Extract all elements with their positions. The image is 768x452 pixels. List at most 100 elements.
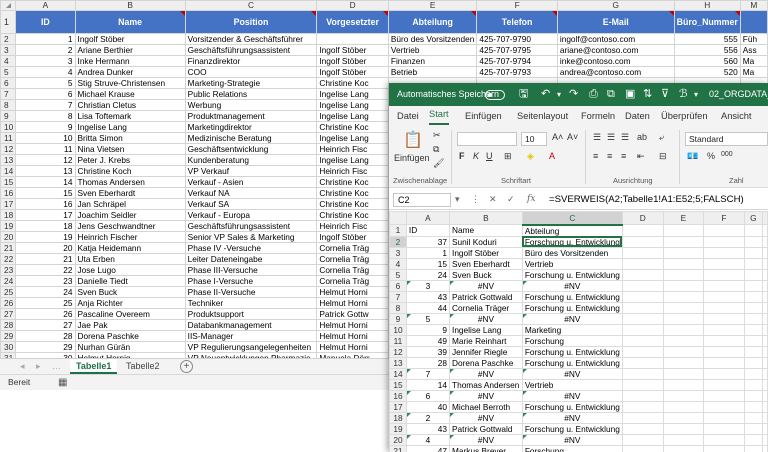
table-cell[interactable]: Uta Erben	[74, 253, 186, 265]
menu-tab-start[interactable]: Start	[429, 106, 449, 125]
table-cell[interactable]: #NV	[449, 279, 523, 292]
table-cell[interactable]	[662, 279, 705, 292]
font-size-box[interactable]: 10	[521, 132, 547, 146]
row-number[interactable]: 12	[389, 345, 407, 358]
table-cell[interactable]	[762, 290, 768, 303]
table-cell[interactable]	[762, 257, 768, 270]
table-cell[interactable]: Forschung u. Entwicklung	[521, 345, 623, 358]
table-cell[interactable]: 520	[673, 66, 741, 78]
row-number[interactable]: 13	[389, 356, 407, 369]
table-cell[interactable]	[703, 433, 745, 446]
table-cell[interactable]	[703, 334, 745, 347]
table-cell[interactable]	[662, 235, 705, 248]
table-cell[interactable]	[662, 411, 705, 424]
grow-font-icon[interactable]: A˄	[552, 132, 563, 142]
table-cell[interactable]: Sven Eberhardt	[74, 187, 186, 199]
table-cell[interactable]: Ass	[739, 44, 768, 56]
table-cell[interactable]	[662, 378, 705, 391]
table-cell[interactable]: Danielle Tiedt	[74, 275, 186, 287]
table-cell[interactable]: Nurhan Gürän	[74, 341, 186, 353]
thousands-icon[interactable]: 000	[721, 151, 733, 158]
table-cell[interactable]: Abteilung	[521, 224, 623, 237]
save-icon[interactable]: 🖫	[519, 83, 528, 106]
row-number[interactable]: 3	[0, 44, 17, 56]
table-cell[interactable]: Ma	[739, 55, 768, 67]
row-number[interactable]: 22	[0, 253, 17, 265]
table-cell[interactable]: Helmut Horni	[316, 286, 389, 298]
table-cell[interactable]: ariane@contoso.com	[556, 44, 675, 56]
table-cell[interactable]: 14	[405, 378, 451, 391]
row-number[interactable]: 15	[389, 378, 407, 391]
table-cell[interactable]: Christine Koc	[316, 209, 389, 221]
underline-icon[interactable]: U	[486, 151, 493, 161]
row-number[interactable]: 20	[389, 433, 407, 446]
table-cell[interactable]: 25	[15, 297, 76, 309]
row-number[interactable]: 9	[389, 312, 407, 325]
table-cell[interactable]: Marketing	[521, 323, 623, 336]
table-cell[interactable]: 425-707-9790	[476, 33, 558, 45]
table-cell[interactable]: #NV	[449, 367, 523, 380]
table-cell[interactable]	[662, 224, 705, 237]
table-cell[interactable]	[743, 224, 764, 237]
copy-icon[interactable]: ⧉	[607, 83, 615, 106]
table-cell[interactable]	[621, 301, 664, 314]
table-cell[interactable]	[621, 433, 664, 446]
table-cell[interactable]: Ingolf Stöber	[316, 55, 389, 67]
sort-icon[interactable]: ⇅	[643, 83, 652, 106]
table-header-cell[interactable]	[739, 10, 768, 34]
table-cell[interactable]: 23	[15, 275, 76, 287]
table-cell[interactable]: Christine Koc	[316, 77, 389, 89]
table-cell[interactable]	[662, 356, 705, 369]
table-cell[interactable]	[621, 400, 664, 413]
menu-tab-ansicht[interactable]: Ansicht	[721, 106, 752, 126]
table-cell[interactable]: 21	[15, 253, 76, 265]
column-header-f[interactable]: F	[476, 0, 558, 11]
table-cell[interactable]: 39	[405, 345, 451, 358]
table-cell[interactable]: Peter J. Krebs	[74, 154, 186, 166]
table-cell[interactable]	[662, 246, 705, 259]
column-header-f[interactable]: F	[703, 211, 745, 225]
table-cell[interactable]: #NV	[521, 367, 623, 380]
table-cell[interactable]	[762, 224, 768, 237]
table-cell[interactable]: Marketingdirektor	[184, 121, 318, 133]
table-cell[interactable]: Christine Koc	[316, 176, 389, 188]
font-name-box[interactable]	[457, 132, 517, 146]
table-cell[interactable]	[762, 400, 768, 413]
row-number[interactable]: 6	[389, 279, 407, 292]
namebox-dropdown-icon[interactable]: ▾	[455, 190, 460, 209]
paste-button[interactable]: Einfügen	[394, 153, 430, 163]
table-cell[interactable]: 3	[15, 55, 76, 67]
table-cell[interactable]	[762, 356, 768, 369]
table-cell[interactable]	[621, 356, 664, 369]
table-cell[interactable]: Heinrich Fisc	[316, 165, 389, 177]
table-cell[interactable]: Lisa Toftemark	[74, 110, 186, 122]
table-cell[interactable]: 556	[673, 44, 741, 56]
table-cell[interactable]: #NV	[449, 312, 523, 325]
table-cell[interactable]: Name	[449, 224, 523, 237]
table-cell[interactable]: 19	[15, 231, 76, 243]
row-number[interactable]: 21	[0, 242, 17, 254]
table-cell[interactable]: #NV	[521, 433, 623, 446]
table-cell[interactable]	[743, 422, 764, 435]
table-cell[interactable]: Michael Krause	[74, 88, 186, 100]
table-cell[interactable]	[703, 224, 745, 237]
table-cell[interactable]: Werbung	[184, 99, 318, 111]
table-cell[interactable]: Ariane Berthier	[74, 44, 186, 56]
table-cell[interactable]: Medizinische Beratung	[184, 132, 318, 144]
table-cell[interactable]: #NV	[449, 411, 523, 424]
row-number[interactable]: 5	[389, 268, 407, 281]
table-cell[interactable]	[762, 444, 768, 452]
table-cell[interactable]: Cornelia Träg	[316, 264, 389, 276]
table-cell[interactable]	[743, 235, 764, 248]
percent-icon[interactable]: %	[707, 151, 715, 161]
table-cell[interactable]: Dorena Paschke	[449, 356, 523, 369]
menu-tab-daten[interactable]: Daten	[625, 106, 650, 126]
table-cell[interactable]	[743, 290, 764, 303]
row-number[interactable]: 15	[0, 176, 17, 188]
table-cell[interactable]: 18	[15, 220, 76, 232]
table-cell[interactable]	[762, 279, 768, 292]
table-cell[interactable]: Helmut Horni	[316, 297, 389, 309]
table-cell[interactable]: andrea@contoso.com	[556, 66, 675, 78]
table-cell[interactable]: Ingelise Lang	[74, 121, 186, 133]
table-cell[interactable]: Verkauf - Asien	[184, 176, 318, 188]
